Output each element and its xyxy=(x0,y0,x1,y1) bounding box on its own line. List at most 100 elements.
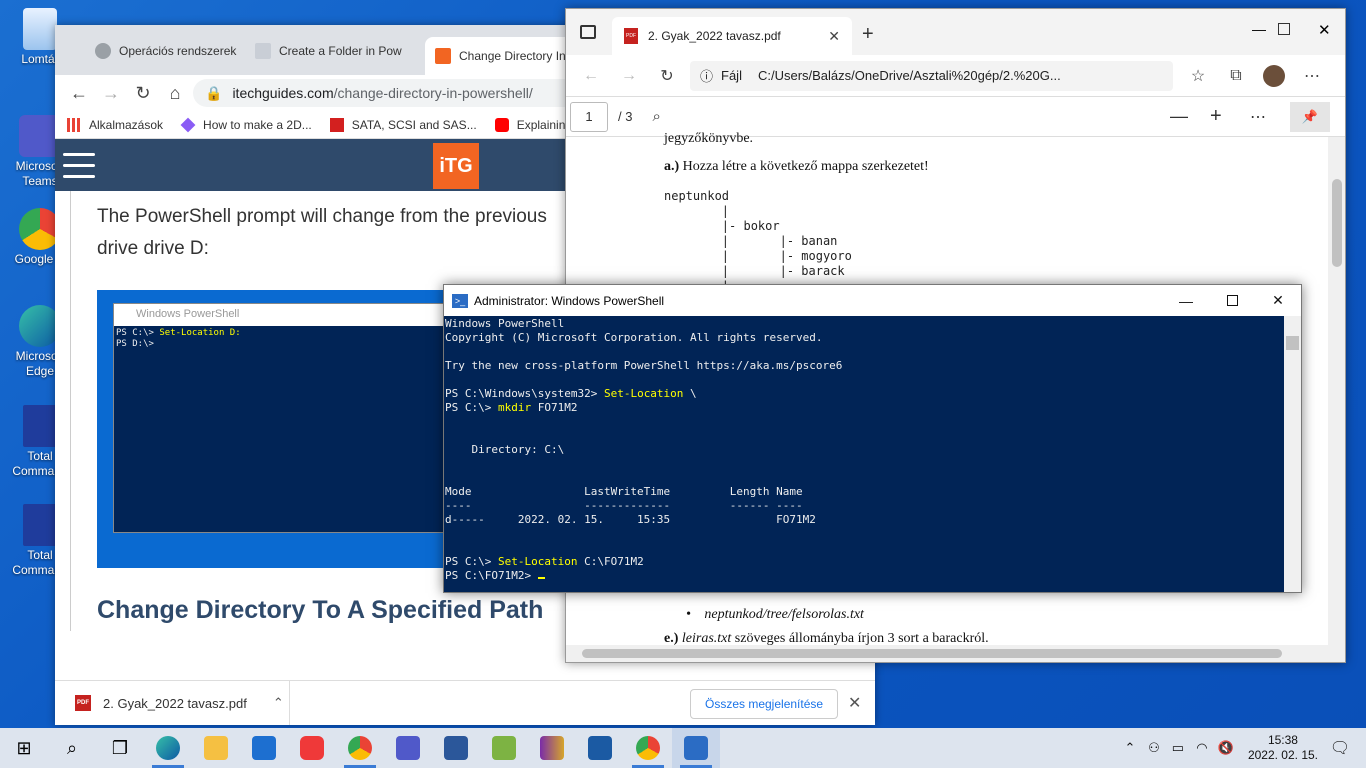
youtube-icon xyxy=(494,117,509,132)
folder-icon xyxy=(204,736,228,760)
new-tab-icon[interactable]: + xyxy=(862,23,874,46)
maximize-icon[interactable] xyxy=(1209,285,1255,316)
download-item[interactable]: PDF 2. Gyak_2022 tavasz.pdf ⌃ xyxy=(55,681,290,725)
pin-icon[interactable]: 📌 xyxy=(1290,101,1330,132)
itg-logo[interactable]: iTG xyxy=(433,143,479,189)
battery-icon[interactable]: ▭ xyxy=(1166,740,1190,756)
tab-actions-icon[interactable] xyxy=(580,25,596,39)
bookmark-sata[interactable]: SATA, SCSI and SAS... xyxy=(329,117,477,132)
download-bar: PDF 2. Gyak_2022 tavasz.pdf ⌃ Összes meg… xyxy=(55,680,875,725)
horizontal-scrollbar[interactable] xyxy=(566,645,1345,662)
word-icon xyxy=(444,736,468,760)
volume-muted-icon[interactable]: 🔇 xyxy=(1214,740,1238,756)
vertical-scrollbar[interactable] xyxy=(1284,316,1301,592)
window-controls: — ✕ xyxy=(1163,285,1301,316)
info-icon: ⓘ xyxy=(700,69,714,84)
chrome-icon xyxy=(636,736,660,760)
people-icon[interactable]: ⚇ xyxy=(1142,740,1166,756)
search-icon[interactable]: ⌕ xyxy=(48,728,96,768)
home-icon[interactable]: ⌂ xyxy=(161,79,189,107)
pdf-bullet: • neptunkod/tree/felsorolas.txt xyxy=(686,607,864,622)
wifi-icon[interactable]: ◠ xyxy=(1190,740,1214,756)
pdf-text-line: jegyzőkönyvbe. xyxy=(664,131,754,146)
tab-change-directory[interactable]: Change Directory In xyxy=(425,37,585,75)
cw-icon xyxy=(329,117,344,132)
pdf-task-a: a.) Hozza létre a következő mappa szerke… xyxy=(664,159,929,174)
scroll-thumb[interactable] xyxy=(1332,179,1342,267)
favorites-star-icon[interactable]: ☆ xyxy=(1183,61,1213,91)
forward-arrow-icon[interactable]: → xyxy=(97,79,125,107)
virtualbox-icon xyxy=(588,736,612,760)
notifications-icon[interactable]: 🗨 xyxy=(1328,738,1352,758)
page-number-input[interactable]: 1 xyxy=(570,101,608,132)
reload-icon[interactable]: ↻ xyxy=(129,79,157,107)
taskbar-teams[interactable] xyxy=(384,728,432,768)
maximize-icon[interactable] xyxy=(1278,23,1290,35)
taskbar-edge[interactable] xyxy=(144,728,192,768)
back-arrow-icon[interactable]: ← xyxy=(65,79,93,107)
powershell-console[interactable]: Windows PowerShell Copyright (C) Microso… xyxy=(444,316,1284,592)
profile-avatar[interactable] xyxy=(1259,61,1289,91)
close-icon[interactable]: ✕ xyxy=(848,693,861,713)
pdf-file-icon: PDF xyxy=(624,28,638,44)
tab-pdf[interactable]: PDF 2. Gyak_2022 tavasz.pdf ✕ xyxy=(612,17,852,55)
address-bar[interactable]: ⓘ Fájl C:/Users/Balázs/OneDrive/Asztali%… xyxy=(690,60,1173,91)
start-windows-icon[interactable]: ⊞ xyxy=(0,728,48,768)
taskbar-winrar[interactable] xyxy=(528,728,576,768)
hamburger-menu-icon[interactable] xyxy=(63,153,95,186)
more-options-icon[interactable]: ⋯ xyxy=(1297,61,1327,91)
taskbar-virtualbox[interactable] xyxy=(576,728,624,768)
taskbar-chrome[interactable] xyxy=(336,728,384,768)
zoom-in-icon[interactable]: + xyxy=(1210,105,1222,128)
vivaldi-icon xyxy=(300,736,324,760)
powershell-icon xyxy=(684,736,708,760)
close-window-icon[interactable]: ✕ xyxy=(1255,285,1301,316)
reload-icon[interactable]: ↻ xyxy=(652,61,682,91)
clock[interactable]: 15:38 2022. 02. 15. xyxy=(1248,733,1318,763)
chevron-up-icon[interactable]: ⌃ xyxy=(273,695,284,711)
close-window-icon[interactable]: ✕ xyxy=(1318,21,1331,39)
winrar-icon xyxy=(540,736,564,760)
text-cursor xyxy=(537,577,545,579)
taskbar-chrome-profile[interactable] xyxy=(624,728,672,768)
edge-tab-strip: PDF 2. Gyak_2022 tavasz.pdf ✕ + — ✕ xyxy=(566,9,1345,55)
taskbar-word[interactable] xyxy=(432,728,480,768)
scroll-thumb[interactable] xyxy=(1286,336,1299,350)
article-heading: Change Directory To A Specified Path xyxy=(97,596,544,624)
recycle-bin-icon xyxy=(23,8,57,50)
more-options-icon[interactable]: ⋯ xyxy=(1250,107,1266,127)
taskbar-explorer[interactable] xyxy=(192,728,240,768)
chevron-up-icon[interactable]: ⌃ xyxy=(1118,740,1142,756)
task-view-icon[interactable]: ❐ xyxy=(96,728,144,768)
bookmark-apps[interactable]: Alkalmazások xyxy=(67,117,163,132)
floppy-icon xyxy=(23,405,57,447)
taskbar: ⊞ ⌕ ❐ ⌃ ⚇ ▭ ◠ 🔇 15:38 2022. 02. 15. 🗨 xyxy=(0,728,1366,768)
search-icon[interactable]: ⌕ xyxy=(652,108,660,125)
show-all-downloads-button[interactable]: Összes megjelenítése xyxy=(690,689,839,719)
taskbar-powershell[interactable] xyxy=(672,728,720,768)
minimize-icon[interactable]: — xyxy=(1252,21,1266,37)
taskbar-notepad[interactable] xyxy=(480,728,528,768)
collections-icon[interactable]: ⧉ xyxy=(1221,61,1251,91)
page-icon xyxy=(255,43,271,59)
edge-icon xyxy=(156,736,180,760)
back-arrow-icon[interactable]: ← xyxy=(576,61,606,91)
bookmark-2d[interactable]: How to make a 2D... xyxy=(180,117,312,132)
forward-arrow-icon[interactable]: → xyxy=(614,61,644,91)
taskbar-mail[interactable] xyxy=(240,728,288,768)
lock-icon: 🔒 xyxy=(205,84,223,101)
vertical-scrollbar[interactable] xyxy=(1328,137,1345,649)
powershell-icon: >_ xyxy=(452,293,468,308)
tab-create-folder[interactable]: Create a Folder in Pow ✕ xyxy=(245,37,405,65)
tab-operacios[interactable]: Operációs rendszerek ✕ xyxy=(85,37,245,65)
system-tray: ⌃ ⚇ ▭ ◠ 🔇 15:38 2022. 02. 15. 🗨 xyxy=(1118,728,1366,768)
zoom-out-icon[interactable]: — xyxy=(1170,106,1188,127)
pdf-file-icon: PDF xyxy=(75,695,91,711)
scroll-thumb[interactable] xyxy=(582,649,1282,658)
minimize-icon[interactable]: — xyxy=(1163,285,1209,316)
divider xyxy=(70,191,71,631)
taskbar-vivaldi[interactable] xyxy=(288,728,336,768)
article-paragraph: The PowerShell prompt will change from t… xyxy=(97,206,547,259)
close-icon[interactable]: ✕ xyxy=(828,28,840,45)
chrome-icon xyxy=(348,736,372,760)
